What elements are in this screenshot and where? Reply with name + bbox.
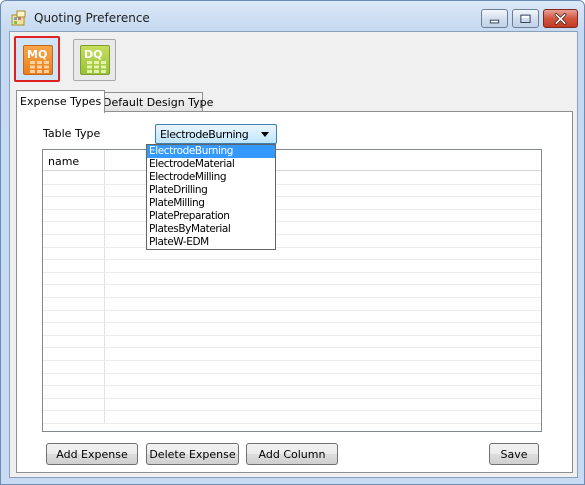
tab-expense-types[interactable]: Expense Types bbox=[16, 90, 106, 113]
dropdown-option[interactable]: PlatePreparation bbox=[147, 210, 275, 223]
table-row bbox=[43, 234, 541, 248]
app-icon bbox=[11, 10, 26, 26]
table-type-value: ElectrodeBurning bbox=[160, 128, 249, 141]
mq-tile: MQ bbox=[23, 45, 53, 75]
table-row bbox=[43, 398, 541, 412]
column-header-name[interactable]: name bbox=[43, 150, 105, 171]
table-row bbox=[43, 285, 541, 298]
mq-label: MQ bbox=[27, 48, 48, 61]
dropdown-option[interactable]: PlateDrilling bbox=[147, 184, 275, 197]
add-column-button[interactable]: Add Column bbox=[246, 443, 338, 465]
window-title: Quoting Preference bbox=[34, 11, 150, 25]
delete-expense-button[interactable]: Delete Expense bbox=[146, 443, 239, 465]
dropdown-option[interactable]: PlateW-EDM bbox=[147, 236, 275, 249]
table-row bbox=[43, 197, 541, 210]
table-row bbox=[43, 360, 541, 374]
mq-toolbar-button[interactable]: MQ bbox=[14, 36, 60, 82]
dropdown-option[interactable]: ElectrodeMaterial bbox=[147, 158, 275, 171]
client-area: MQ DQ Expense Types Default Design Type bbox=[9, 31, 578, 478]
table-row bbox=[43, 172, 541, 185]
dropdown-option[interactable]: PlatesByMaterial bbox=[147, 223, 275, 236]
maximize-icon bbox=[520, 14, 531, 23]
table-row bbox=[43, 247, 541, 261]
table-row bbox=[43, 373, 541, 387]
table-row bbox=[43, 184, 541, 198]
dropdown-option[interactable]: PlateMilling bbox=[147, 197, 275, 210]
table-row bbox=[43, 272, 541, 286]
table-row bbox=[43, 297, 541, 311]
chevron-down-icon bbox=[261, 132, 269, 137]
expense-types-panel: Table Type ElectrodeBurning name Add Exp… bbox=[16, 111, 573, 473]
expense-grid[interactable]: name bbox=[42, 149, 542, 432]
app-window: Quoting Preference MQ DQ Expense Types D… bbox=[0, 0, 585, 485]
table-row bbox=[43, 209, 541, 223]
title-bar[interactable]: Quoting Preference bbox=[1, 1, 584, 31]
grid-header: name bbox=[43, 150, 541, 171]
save-button[interactable]: Save bbox=[489, 443, 539, 465]
maximize-button[interactable] bbox=[512, 9, 539, 28]
table-grid-icon bbox=[87, 61, 106, 73]
add-expense-button[interactable]: Add Expense bbox=[46, 443, 138, 465]
table-row bbox=[43, 260, 541, 273]
grid-rows bbox=[43, 172, 541, 424]
table-row bbox=[43, 310, 541, 324]
table-row bbox=[43, 222, 541, 235]
table-row bbox=[43, 335, 541, 349]
dq-toolbar-button[interactable]: DQ bbox=[73, 39, 116, 81]
close-icon bbox=[554, 13, 567, 25]
table-type-label: Table Type bbox=[43, 127, 101, 140]
table-row bbox=[43, 323, 541, 336]
dq-label: DQ bbox=[84, 48, 103, 61]
tab-default-design-type[interactable]: Default Design Type bbox=[99, 92, 213, 112]
table-row bbox=[43, 348, 541, 361]
dq-tile: DQ bbox=[80, 45, 110, 75]
dropdown-option[interactable]: ElectrodeMilling bbox=[147, 171, 275, 184]
dropdown-option[interactable]: ElectrodeBurning bbox=[147, 145, 275, 158]
table-type-combobox[interactable]: ElectrodeBurning bbox=[155, 124, 277, 144]
table-row bbox=[43, 411, 541, 424]
table-grid-icon bbox=[30, 61, 49, 73]
minimize-button[interactable] bbox=[481, 9, 508, 28]
table-row bbox=[43, 386, 541, 399]
table-type-dropdown-list[interactable]: ElectrodeBurning ElectrodeMaterial Elect… bbox=[146, 144, 276, 250]
minimize-icon bbox=[489, 19, 500, 24]
close-button[interactable] bbox=[543, 9, 578, 28]
